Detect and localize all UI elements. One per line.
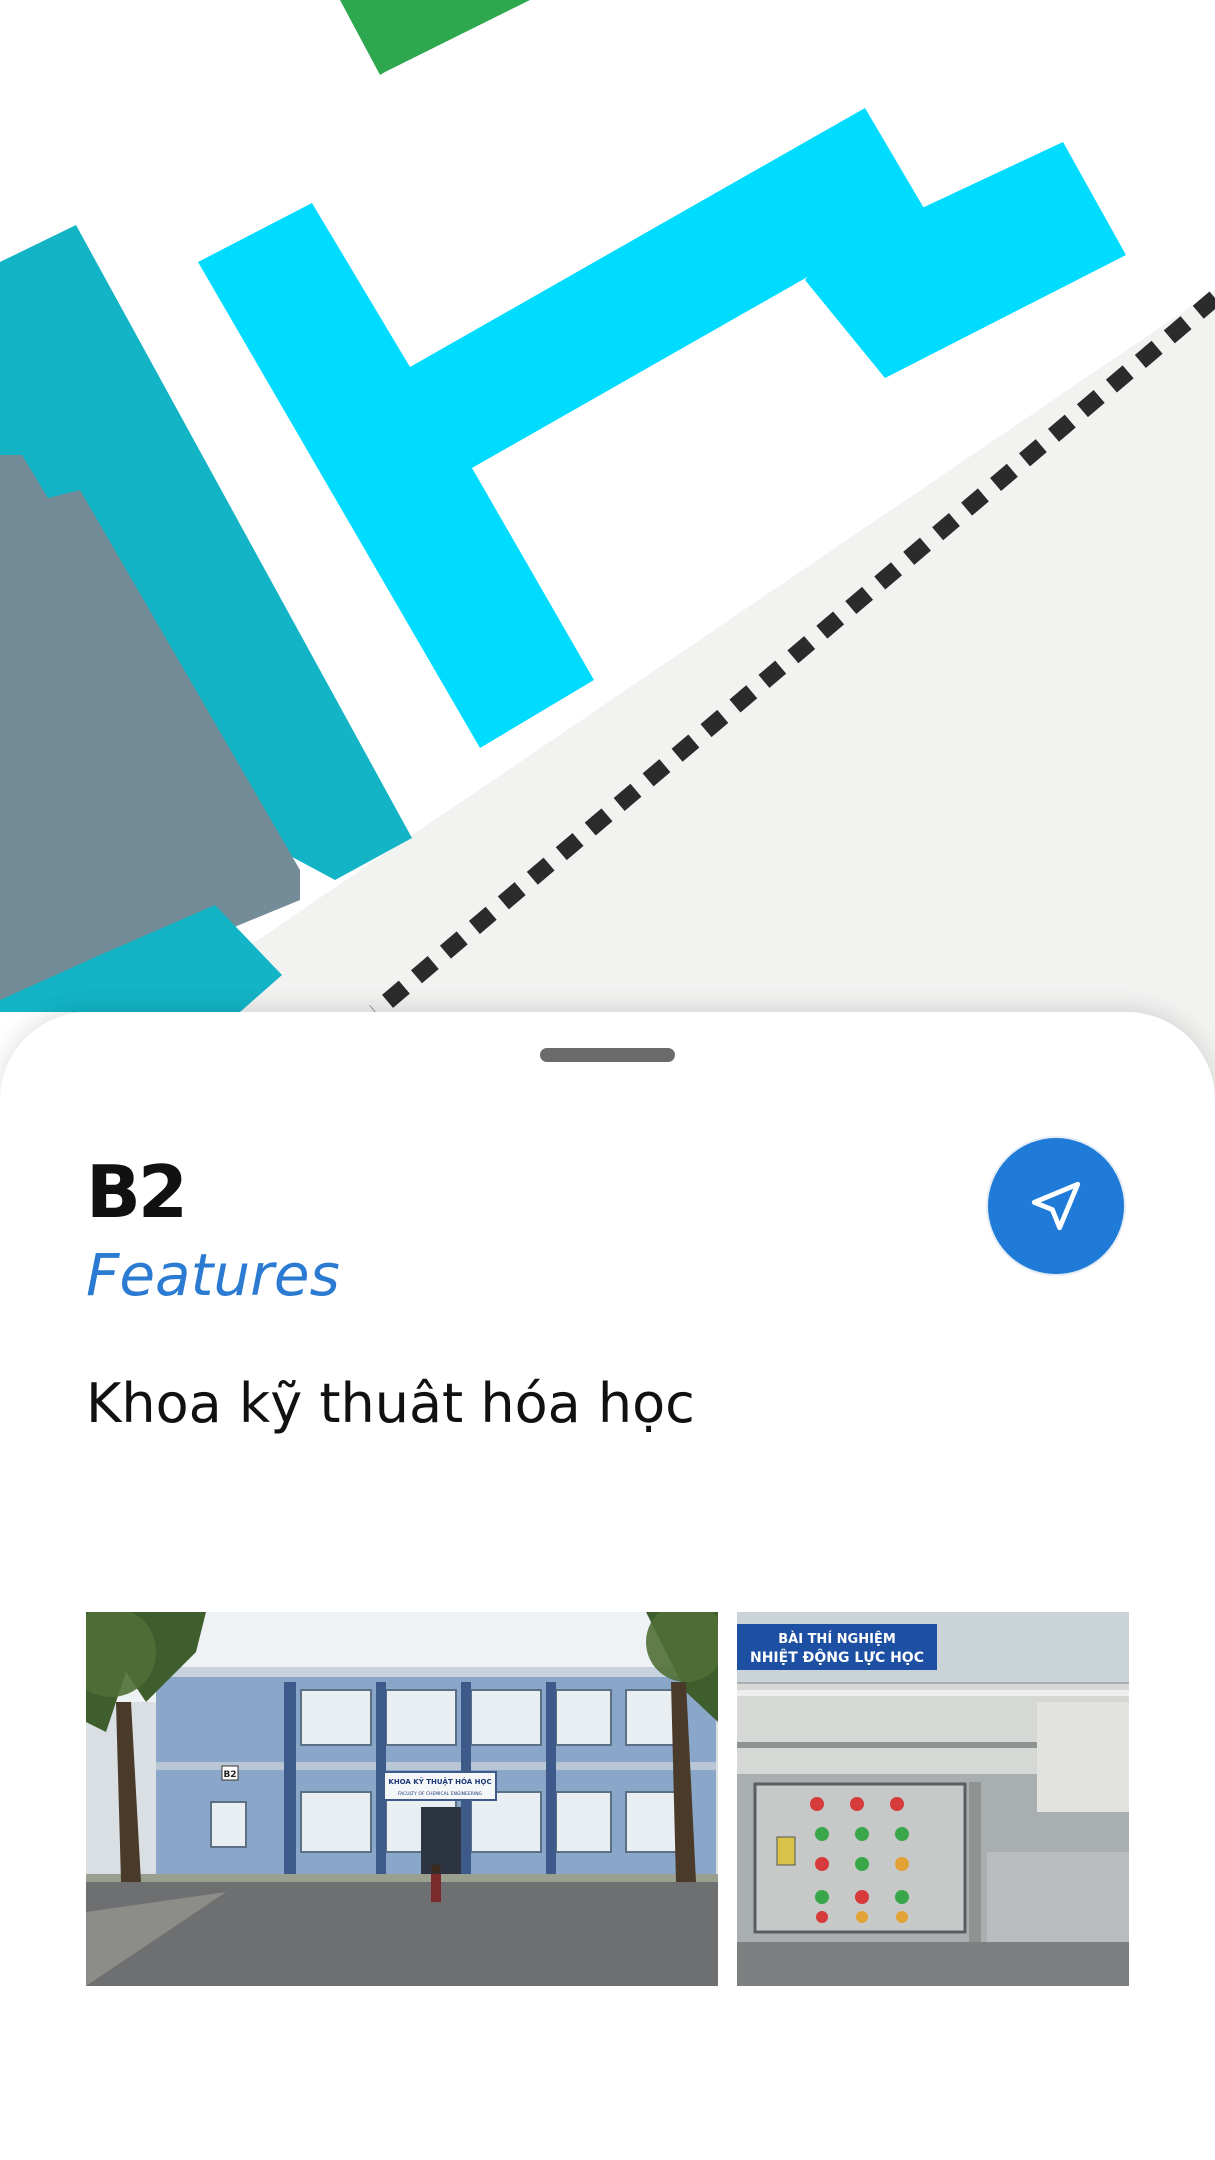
- navigate-button[interactable]: [986, 1136, 1126, 1276]
- place-category: Features: [86, 1241, 340, 1309]
- place-details-sheet: B2 Features Khoa kỹ thuât hóa học KHOA K…: [0, 1012, 1215, 2160]
- lab-sign-line1: BÀI THÍ NGHIỆM: [778, 1631, 896, 1647]
- campus-map[interactable]: [0, 0, 1215, 1120]
- photo-lab-equipment[interactable]: BÀI THÍ NGHIỆM NHIỆT ĐỘNG LỰC HỌC: [737, 1612, 1129, 1986]
- place-description: Khoa kỹ thuât hóa học: [86, 1372, 695, 1435]
- app-screen: B2 Features Khoa kỹ thuât hóa học KHOA K…: [0, 0, 1215, 2160]
- photo-building-exterior[interactable]: KHOA KỸ THUẬT HÓA HỌC FACULTY OF CHEMICA…: [86, 1612, 718, 1986]
- place-title: B2: [86, 1150, 188, 1234]
- building-sign-text: KHOA KỸ THUẬT HÓA HỌC: [388, 1777, 491, 1786]
- building-sign-subtext: FACULTY OF CHEMICAL ENGINEERING: [398, 1791, 483, 1797]
- navigation-arrow-icon: [1031, 1181, 1081, 1231]
- lab-sign-line2: NHIỆT ĐỘNG LỰC HỌC: [750, 1648, 924, 1666]
- drag-handle[interactable]: [540, 1048, 675, 1062]
- building-number-label: B2: [223, 1770, 236, 1780]
